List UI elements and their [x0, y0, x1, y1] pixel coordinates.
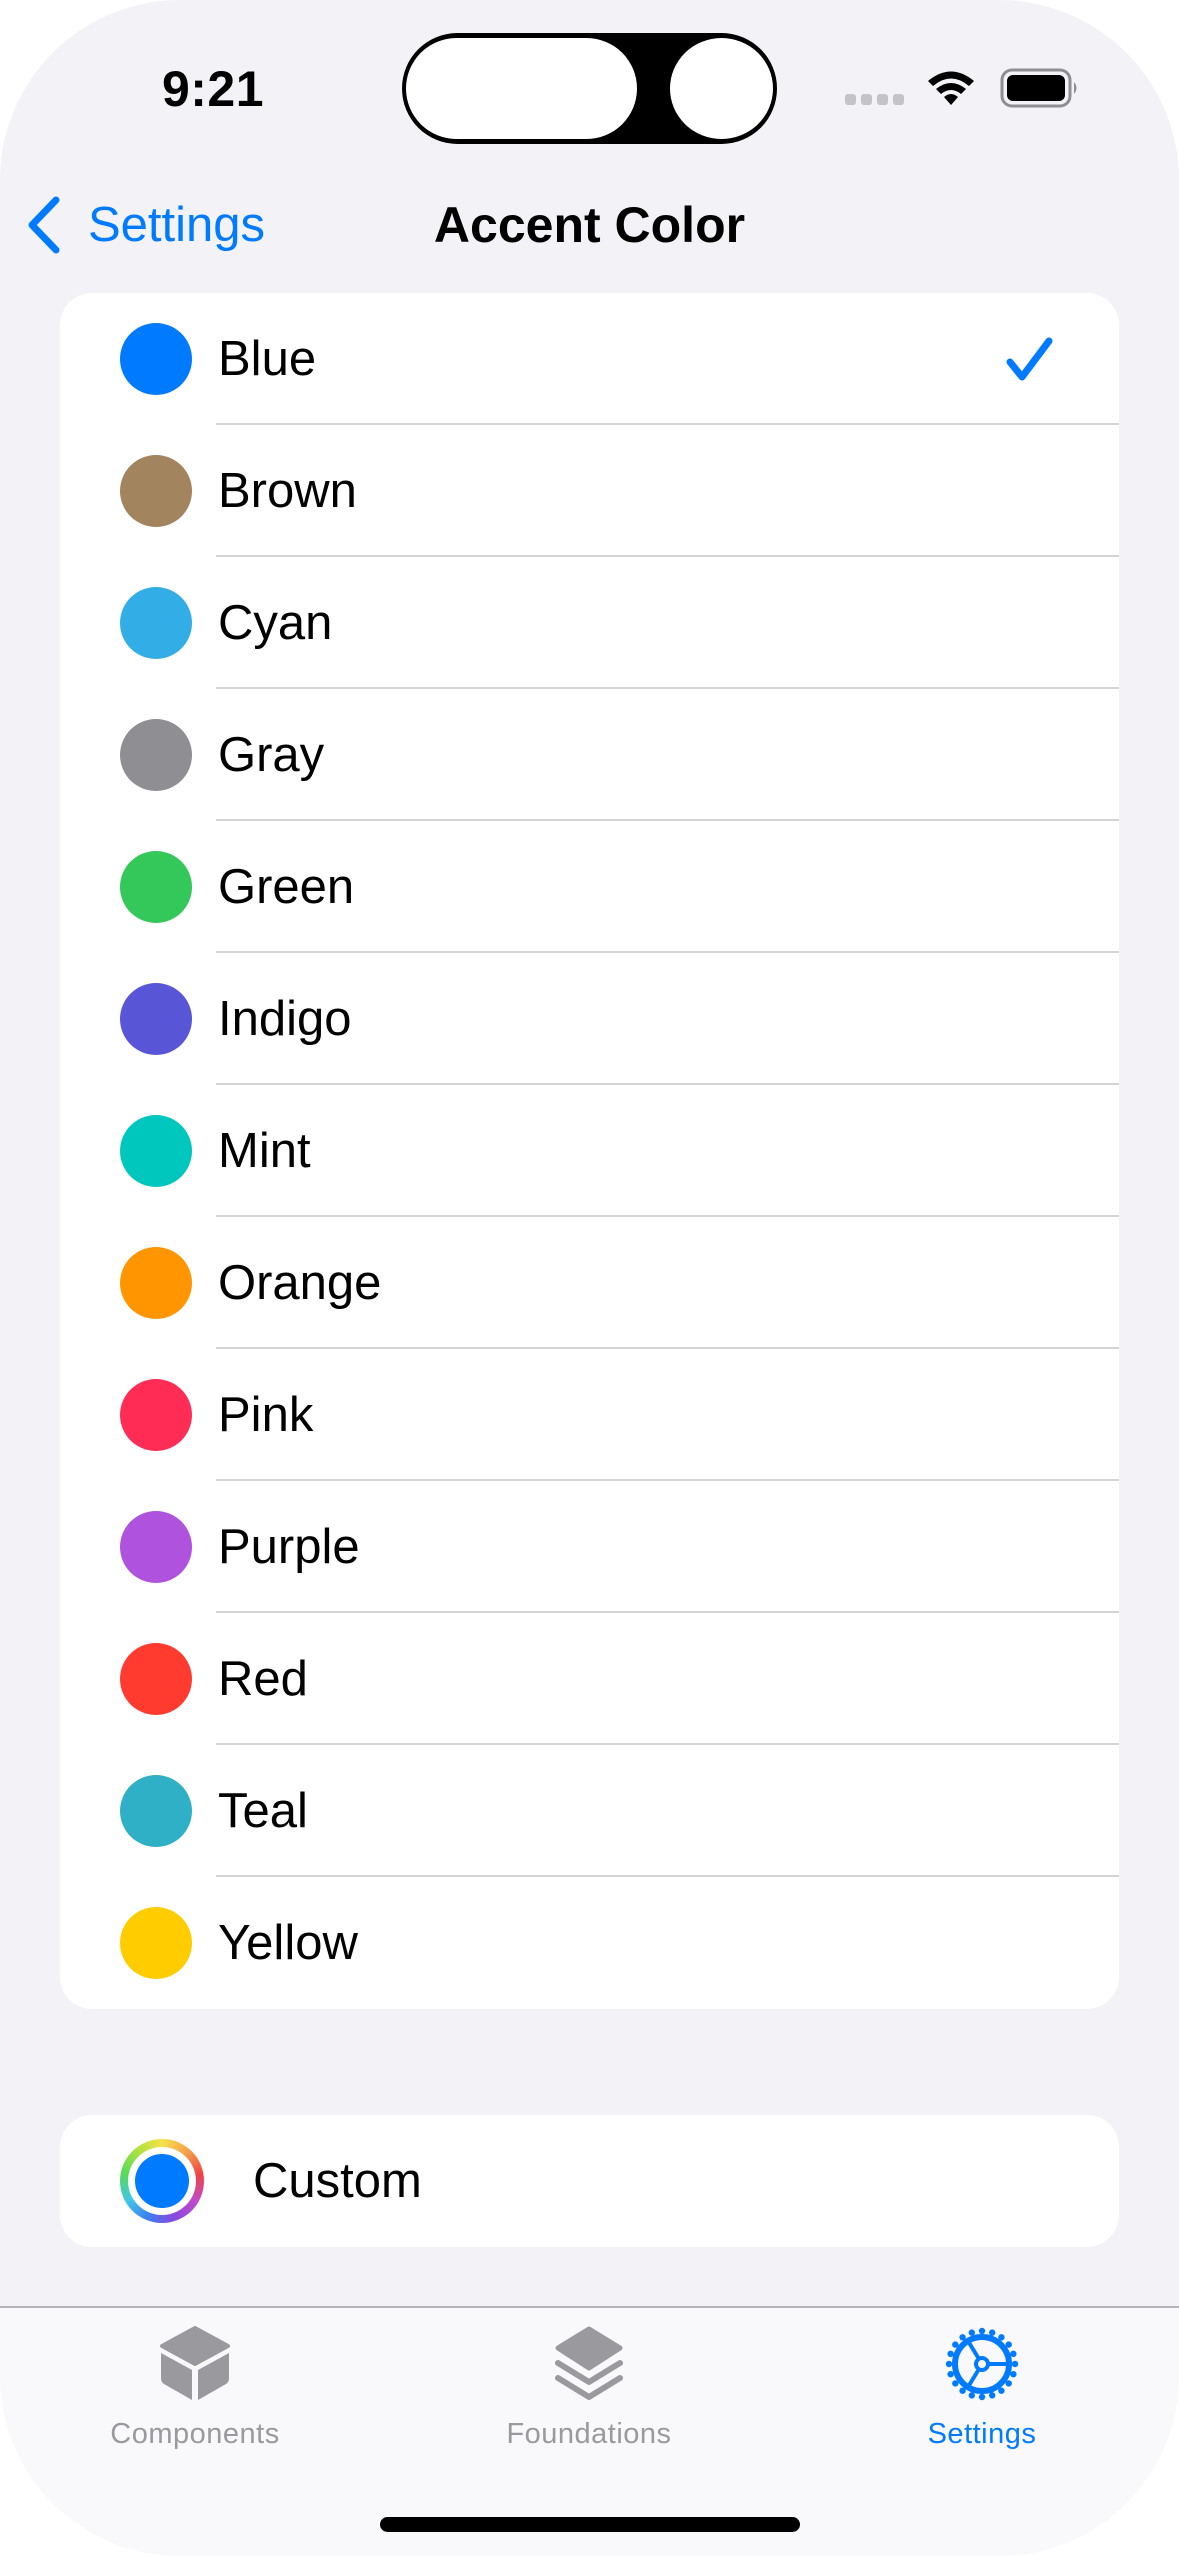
color-swatch	[120, 323, 192, 395]
color-option-gray[interactable]: Gray	[60, 689, 1119, 821]
tab-settings[interactable]: Settings	[832, 2308, 1132, 2468]
color-swatch	[120, 1643, 192, 1715]
custom-color-row[interactable]: Custom	[60, 2115, 1119, 2247]
color-option-blue[interactable]: Blue	[60, 293, 1119, 425]
color-swatch	[120, 851, 192, 923]
color-swatch	[120, 1115, 192, 1187]
color-option-label: Cyan	[218, 596, 333, 650]
accent-color-list: Blue Brown Cyan Gray Green Indigo Mint Orange Pi…	[60, 293, 1119, 2009]
page-title: Accent Color	[433, 197, 746, 253]
tab-settings-label: Settings	[927, 2418, 1037, 2450]
color-option-yellow[interactable]: Yellow	[60, 1877, 1119, 2009]
tab-components[interactable]: Components	[45, 2308, 345, 2468]
color-option-label: Yellow	[218, 1916, 358, 1970]
color-option-label: Gray	[218, 728, 325, 782]
battery-icon	[1000, 68, 1077, 108]
color-swatch	[120, 1775, 192, 1847]
color-option-green[interactable]: Green	[60, 821, 1119, 953]
color-swatch	[120, 587, 192, 659]
cube-icon	[160, 2326, 230, 2400]
custom-color-swatch	[135, 2154, 189, 2208]
color-swatch	[120, 1379, 192, 1451]
color-option-label: Pink	[218, 1388, 314, 1442]
color-swatch	[120, 719, 192, 791]
checkmark-icon	[1006, 337, 1053, 381]
color-option-label: Indigo	[218, 992, 352, 1046]
color-swatch	[120, 1511, 192, 1583]
status-time: 9:21	[161, 61, 265, 117]
color-option-label: Mint	[218, 1124, 311, 1178]
custom-color-label: Custom	[253, 2154, 422, 2208]
color-option-orange[interactable]: Orange	[60, 1217, 1119, 1349]
color-option-purple[interactable]: Purple	[60, 1481, 1119, 1613]
color-option-brown[interactable]: Brown	[60, 425, 1119, 557]
layers-icon	[555, 2326, 623, 2400]
color-option-indigo[interactable]: Indigo	[60, 953, 1119, 1085]
tab-foundations[interactable]: Foundations	[439, 2308, 739, 2468]
color-option-label: Purple	[218, 1520, 360, 1574]
color-option-label: Green	[218, 860, 355, 914]
app-screen: 9:21 Settings Accent Color Blue Brown Cyan…	[0, 0, 1179, 2556]
dynamic-island-camera	[670, 38, 773, 139]
tab-components-label: Components	[110, 2418, 280, 2450]
color-swatch	[120, 1907, 192, 1979]
dynamic-island	[402, 33, 777, 144]
tab-foundations-label: Foundations	[506, 2418, 672, 2450]
color-option-label: Orange	[218, 1256, 382, 1310]
color-option-label: Teal	[218, 1784, 308, 1838]
color-swatch	[120, 1247, 192, 1319]
home-indicator[interactable]	[380, 2517, 800, 2532]
color-option-teal[interactable]: Teal	[60, 1745, 1119, 1877]
color-swatch	[120, 983, 192, 1055]
color-option-mint[interactable]: Mint	[60, 1085, 1119, 1217]
color-option-label: Blue	[218, 332, 317, 386]
gear-icon	[945, 2327, 1019, 2401]
color-swatch	[120, 455, 192, 527]
color-option-label: Brown	[218, 464, 357, 518]
color-option-cyan[interactable]: Cyan	[60, 557, 1119, 689]
wifi-icon	[928, 71, 974, 105]
color-option-pink[interactable]: Pink	[60, 1349, 1119, 1481]
color-option-red[interactable]: Red	[60, 1613, 1119, 1745]
cellular-signal-icon	[845, 94, 904, 105]
color-option-label: Red	[218, 1652, 308, 1706]
dynamic-island-pill	[406, 38, 637, 139]
